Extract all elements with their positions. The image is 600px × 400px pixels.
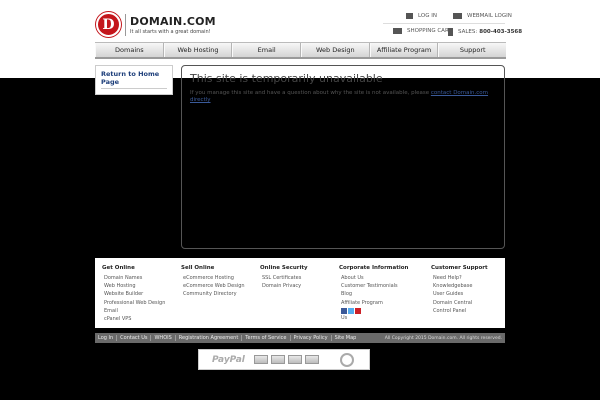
logo-text: DOMAIN.COM It all starts with a great do… [130,15,216,35]
copyright-text: All Copyright 2015 Domain.com. All right… [384,335,502,341]
sales-label: SALES: [458,29,478,35]
footer-col-get-online: Get Online Domain Names Web Hosting Webs… [102,265,165,323]
sidebar-divider [101,88,167,89]
phone-icon [448,28,453,36]
shopping-cart-link[interactable]: SHOPPING CART [393,28,452,34]
footer-link[interactable]: Need Help? [431,274,488,282]
main-nav: Domains Web Hosting Email Web Design Aff… [95,42,506,59]
footer-col-title: Corporate Information [339,265,409,271]
footer-col-title: Sell Online [181,265,215,271]
webmail-link[interactable]: WEBMAIL LOGIN [453,13,512,19]
footer-bar-contact[interactable]: Contact Us [117,335,152,341]
footer-link[interactable]: eCommerce Web Design [181,282,245,290]
site-logo[interactable]: D DOMAIN.COM It all starts with a great … [96,12,216,37]
footer-col-title: Online Security [260,265,308,271]
cart-icon [393,28,402,34]
footer-link[interactable]: cPanel VPS [102,315,165,323]
footer-bar-whois[interactable]: WHOIS [151,335,176,341]
page-title: This site is temporarily unavailable [190,72,383,85]
login-link[interactable]: LOG IN [406,13,437,19]
footer-col-title: Customer Support [431,265,488,271]
footer-link[interactable]: SSL Certificates [260,274,308,282]
footer-link[interactable]: Community Directory [181,290,245,298]
logo-divider [125,13,126,36]
payment-badges: PayPal [198,349,370,370]
footer-bar-sitemap[interactable]: Site Map [332,335,360,341]
footer-link[interactable]: Knowledgebase [431,282,488,290]
nav-domains[interactable]: Domains [95,43,164,57]
footer-link[interactable]: Us [339,314,408,322]
unavailable-message: If you manage this site and have a quest… [190,90,500,104]
footer-link[interactable]: About Us [339,274,408,282]
footer-col-corporate: Corporate Information About Us Customer … [339,265,408,322]
footer-col-title: Get Online [102,265,135,271]
nav-web-design[interactable]: Web Design [301,43,370,57]
footer-bar-privacy[interactable]: Privacy Policy [291,335,332,341]
logo-name: DOMAIN.COM [130,14,216,28]
mail-icon [453,13,462,19]
footer-link[interactable]: Web Hosting [102,282,165,290]
footer-link[interactable]: Professional Web Design [102,299,165,307]
logo-tagline: It all starts with a great domain! [130,28,211,35]
footer-col-online-security: Online Security SSL Certificates Domain … [260,265,308,290]
login-icon [406,13,413,19]
footer-bar-terms[interactable]: Terms of Service [242,335,291,341]
pinterest-icon[interactable] [355,307,361,314]
footer-col-customer-support: Customer Support Need Help? Knowledgebas… [431,265,488,315]
nav-support[interactable]: Support [438,43,506,57]
footer-link[interactable]: User Guides [431,290,488,298]
login-label: LOG IN [418,13,437,19]
utility-divider [383,23,505,24]
card-icon [270,355,285,364]
nav-email[interactable]: Email [232,43,302,57]
security-seal-icon [339,352,354,367]
return-home-link[interactable]: Return to Home Page [96,66,172,88]
footer-link[interactable]: Website Builder [102,290,165,298]
message-text: If you manage this site and have a quest… [190,90,430,96]
card-icon [253,355,268,364]
twitter-icon[interactable] [348,307,354,314]
sales-phone: SALES: 800-403-3568 [448,28,522,36]
footer-bar: Log In Contact Us WHOIS Registration Agr… [95,333,505,343]
footer-link[interactable]: Affiliate Program [339,299,408,307]
footer-bar-registration[interactable]: Registration Agreement [176,335,243,341]
footer-link[interactable]: Domain Names [102,274,165,282]
sidebar-box: Return to Home Page [95,65,173,95]
nav-affiliate-program[interactable]: Affiliate Program [369,43,439,57]
logo-mark-icon: D [96,12,121,37]
footer-link[interactable]: Customer Testimonials [339,282,408,290]
main-content: This site is temporarily unavailable If … [181,65,505,249]
webmail-label: WEBMAIL LOGIN [467,13,512,19]
card-icon [287,355,302,364]
footer-col-sell-online: Sell Online eCommerce Hosting eCommerce … [181,265,245,299]
cart-label: SHOPPING CART [407,28,452,34]
footer-link[interactable]: Email [102,307,165,315]
footer-links: Get Online Domain Names Web Hosting Webs… [95,258,505,328]
footer-link[interactable]: Blog [339,290,408,298]
footer-link[interactable]: Control Panel [431,307,488,315]
footer-link[interactable]: Domain Central [431,299,488,307]
footer-link[interactable]: Domain Privacy [260,282,308,290]
footer-link[interactable]: eCommerce Hosting [181,274,245,282]
sales-number: 800-403-3568 [479,29,523,35]
card-icon [304,355,319,364]
nav-web-hosting[interactable]: Web Hosting [163,43,233,57]
facebook-icon[interactable] [341,307,347,314]
paypal-logo: PayPal [212,354,245,365]
footer-bar-login[interactable]: Log In [95,335,118,341]
